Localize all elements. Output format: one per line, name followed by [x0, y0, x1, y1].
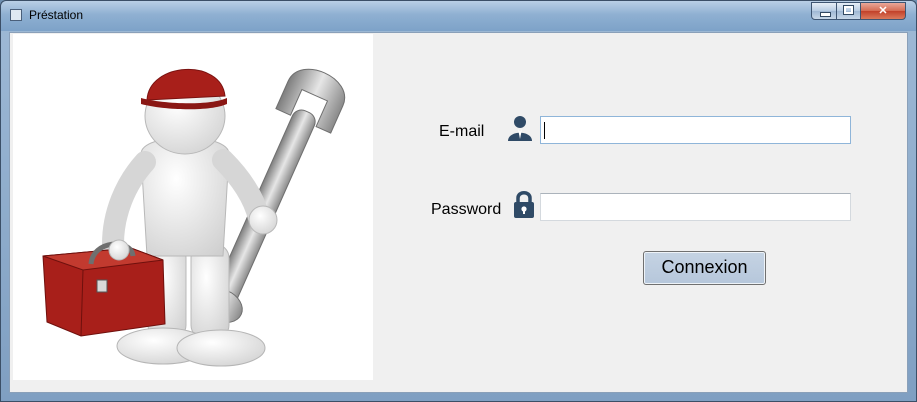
maximize-icon — [843, 5, 854, 15]
title-bar[interactable]: Préstation ✕ — [1, 1, 916, 31]
email-label: E-mail — [439, 123, 485, 140]
password-field[interactable] — [540, 193, 851, 221]
window-app-icon — [10, 9, 22, 21]
repairman-with-wrench-and-toolbox — [42, 68, 346, 367]
window-title: Préstation — [29, 8, 84, 22]
close-button[interactable]: ✕ — [860, 2, 906, 20]
maximize-button[interactable] — [836, 2, 861, 20]
minimize-icon — [820, 12, 831, 17]
connexion-button[interactable]: Connexion — [643, 251, 766, 285]
app-window: Préstation ✕ E-mail Password Connexion — [0, 0, 917, 402]
user-icon — [508, 115, 532, 146]
minimize-button[interactable] — [811, 2, 837, 20]
password-label: Password — [431, 201, 502, 218]
email-field[interactable] — [540, 116, 851, 144]
repairman-illustration — [13, 34, 373, 380]
close-icon: ✕ — [878, 5, 888, 17]
login-panel: E-mail Password Connexion — [9, 32, 908, 393]
text-caret — [544, 122, 545, 139]
lock-icon — [513, 190, 535, 223]
